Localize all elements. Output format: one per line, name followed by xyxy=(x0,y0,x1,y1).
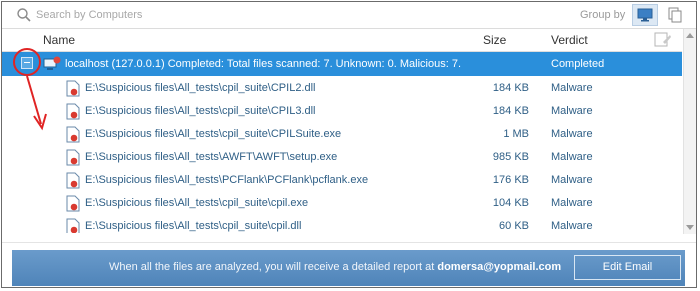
column-size[interactable]: Size xyxy=(483,33,506,47)
footer-message: When all the files are analyzed, you wil… xyxy=(109,261,561,273)
file-row[interactable]: E:\Suspicious files\All_tests\cpil_suite… xyxy=(2,192,682,215)
host-row[interactable]: localhost (127.0.0.1) Completed: Total f… xyxy=(2,52,682,76)
scroll-up-icon[interactable] xyxy=(686,33,694,38)
file-size: 1 MB xyxy=(503,128,529,140)
column-name[interactable]: Name xyxy=(43,33,75,47)
column-settings-icon[interactable] xyxy=(653,31,673,49)
group-by-computer-button[interactable] xyxy=(632,4,658,26)
annotation-circle xyxy=(13,48,41,76)
file-row[interactable]: E:\Suspicious files\All_tests\cpil_suite… xyxy=(2,215,682,233)
file-verdict: Malware xyxy=(551,220,593,232)
file-size: 60 KB xyxy=(499,220,529,232)
file-row[interactable]: E:\Suspicious files\All_tests\cpil_suite… xyxy=(2,100,682,123)
scroll-down-icon[interactable] xyxy=(686,225,694,230)
file-path: E:\Suspicious files\All_tests\PCFlank\PC… xyxy=(85,174,369,186)
malware-file-icon xyxy=(66,103,80,120)
column-header: Name Size Verdict xyxy=(2,29,682,52)
file-row[interactable]: E:\Suspicious files\All_tests\cpil_suite… xyxy=(2,77,682,100)
file-path: E:\Suspicious files\All_tests\cpil_suite… xyxy=(85,220,302,232)
file-list: E:\Suspicious files\All_tests\cpil_suite… xyxy=(2,77,682,233)
search-bar: Group by xyxy=(2,2,696,29)
report-email: domersa@yopmail.com xyxy=(437,261,562,273)
vertical-scrollbar[interactable] xyxy=(683,29,696,234)
host-verdict: Completed xyxy=(551,58,605,70)
divider xyxy=(2,242,696,243)
file-size: 184 KB xyxy=(492,105,529,117)
malware-file-icon xyxy=(66,126,80,143)
file-verdict: Malware xyxy=(551,197,593,209)
monitor-icon xyxy=(637,8,653,22)
report-footer: When all the files are analyzed, you wil… xyxy=(12,250,685,286)
file-verdict: Malware xyxy=(551,151,593,163)
file-size: 985 KB xyxy=(492,151,529,163)
file-verdict: Malware xyxy=(551,128,593,140)
search-input[interactable] xyxy=(36,6,336,24)
file-path: E:\Suspicious files\All_tests\cpil_suite… xyxy=(85,105,316,117)
file-path: E:\Suspicious files\All_tests\cpil_suite… xyxy=(85,197,309,209)
file-path: E:\Suspicious files\All_tests\AWFT\AWFT\… xyxy=(85,151,338,163)
file-verdict: Malware xyxy=(551,82,593,94)
column-verdict[interactable]: Verdict xyxy=(551,33,588,47)
malware-file-icon xyxy=(66,80,80,97)
computer-icon xyxy=(43,56,61,70)
groupby-label: Group by xyxy=(580,9,626,21)
file-row[interactable]: E:\Suspicious files\All_tests\AWFT\AWFT\… xyxy=(2,146,682,169)
edit-email-button[interactable]: Edit Email xyxy=(574,255,681,280)
file-size: 104 KB xyxy=(492,197,529,209)
file-path: E:\Suspicious files\All_tests\cpil_suite… xyxy=(85,128,342,140)
malware-file-icon xyxy=(66,149,80,166)
file-row[interactable]: E:\Suspicious files\All_tests\cpil_suite… xyxy=(2,123,682,146)
file-verdict: Malware xyxy=(551,174,593,186)
malware-file-icon xyxy=(66,218,80,233)
file-verdict: Malware xyxy=(551,105,593,117)
host-label: localhost (127.0.0.1) Completed: Total f… xyxy=(65,58,462,70)
file-path: E:\Suspicious files\All_tests\cpil_suite… xyxy=(85,82,316,94)
file-row[interactable]: E:\Suspicious files\All_tests\PCFlank\PC… xyxy=(2,169,682,192)
malware-file-icon xyxy=(66,172,80,189)
malware-file-icon xyxy=(66,195,80,212)
group-by-file-button[interactable] xyxy=(662,4,688,26)
file-size: 184 KB xyxy=(492,82,529,94)
search-icon xyxy=(17,8,31,22)
scan-results-panel: Group by Name Size Verdict xyxy=(1,1,697,288)
files-icon xyxy=(668,7,682,23)
file-size: 176 KB xyxy=(492,174,529,186)
footer-message-text: When all the files are analyzed, you wil… xyxy=(109,261,438,273)
